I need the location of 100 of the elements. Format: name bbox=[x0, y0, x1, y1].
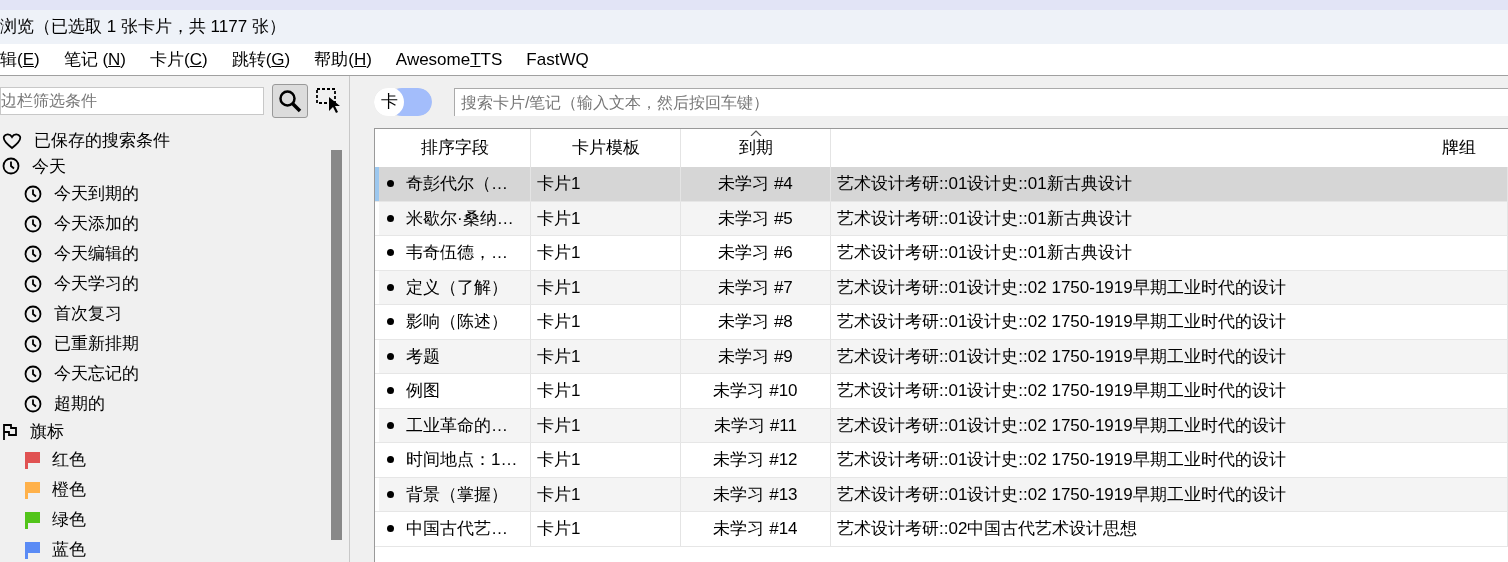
search-field[interactable]: 搜索卡片/笔记（输入文本，然后按回车键） bbox=[454, 88, 1508, 116]
table-cell-text: 卡片1 bbox=[537, 276, 581, 299]
menu-item[interactable]: 辑(E) bbox=[0, 46, 40, 73]
table-cell-text: 艺术设计考研::01设计史::01新古典设计 bbox=[837, 207, 1132, 230]
sidebar-item[interactable]: 今天添加的 bbox=[0, 209, 331, 239]
table-row[interactable]: 奇彭代尔（… 卡片1 未学习 #4 艺术设计考研::01设计史::01新古典设计 bbox=[375, 167, 1508, 202]
table-cell-text: 工业革命的… bbox=[406, 414, 508, 437]
table-row[interactable]: 背景（掌握） 卡片1 未学习 #13 艺术设计考研::01设计史::02 1750-1919早期工业时代的设计 bbox=[375, 477, 1508, 512]
bullet-icon bbox=[387, 214, 394, 222]
clock-icon bbox=[24, 365, 42, 383]
table-cell-text: 韦奇伍德，… bbox=[406, 242, 508, 264]
search-button[interactable] bbox=[272, 84, 308, 118]
sidebar-item[interactable]: 旗标 bbox=[0, 419, 331, 445]
table-row[interactable]: 米歇尔·桑纳… 卡片1 未学习 #5 艺术设计考研::01设计史::01新古典设计 bbox=[375, 201, 1508, 236]
sidebar-item[interactable]: 今天编辑的 bbox=[0, 239, 331, 269]
sidebar-item[interactable]: 蓝色 bbox=[0, 534, 331, 562]
bullet-icon bbox=[387, 490, 394, 498]
table-cell-text: 艺术设计考研::01设计史::01新古典设计 bbox=[837, 242, 1132, 264]
menu-item[interactable]: AwesomeTTS bbox=[395, 46, 503, 73]
table-cell-text: 艺术设计考研::01设计史::02 1750-1919早期工业时代的设计 bbox=[837, 414, 1286, 437]
clock-icon bbox=[2, 157, 20, 176]
sidebar-item[interactable]: 今天到期的 bbox=[0, 179, 331, 209]
clock-icon bbox=[24, 335, 42, 353]
sidebar-item[interactable]: 橙色 bbox=[0, 474, 331, 505]
sidebar-item[interactable]: 已保存的搜索条件 bbox=[0, 128, 331, 154]
table-row[interactable]: 中国古代艺… 卡片1 未学习 #14 艺术设计考研::02中国古代艺术设计思想 bbox=[375, 512, 1508, 547]
table-row[interactable]: 定义（了解） 卡片1 未学习 #7 艺术设计考研::01设计史::02 1750-1919早期工业时代的设计 bbox=[375, 270, 1508, 305]
table-row[interactable]: 考题 卡片1 未学习 #9 艺术设计考研::01设计史::02 1750-1919早期工业时代的设计 bbox=[375, 339, 1508, 374]
sidebar-item[interactable]: 绿色 bbox=[0, 504, 331, 535]
clock-icon bbox=[24, 395, 42, 413]
table-cell-text: 卡片1 bbox=[537, 173, 581, 195]
heart-icon bbox=[2, 131, 22, 150]
table-cell-text: 艺术设计考研::01设计史::02 1750-1919早期工业时代的设计 bbox=[837, 380, 1286, 402]
table-cell-text: 未学习 #13 bbox=[713, 483, 798, 506]
clock-icon bbox=[24, 245, 42, 263]
table-cell-text: 未学习 #9 bbox=[718, 345, 793, 368]
sidebar-item[interactable]: 今天忘记的 bbox=[0, 359, 331, 389]
sidebar-item[interactable]: 今天 bbox=[0, 153, 331, 179]
table-cell-text: 未学习 #11 bbox=[714, 414, 797, 437]
clock-icon bbox=[24, 275, 42, 293]
table-cell-text: 未学习 #7 bbox=[718, 276, 793, 299]
table-cell-text: 例图 bbox=[406, 380, 440, 402]
menu-item[interactable]: 卡片(C) bbox=[150, 46, 208, 73]
window-title: 浏览（已选取 1 张卡片，共 1177 张） bbox=[0, 16, 286, 39]
table-cell-text: 艺术设计考研::01设计史::02 1750-1919早期工业时代的设计 bbox=[837, 276, 1286, 299]
table-cell-text: 背景（掌握） bbox=[406, 483, 508, 506]
sort-caret-icon bbox=[749, 130, 762, 136]
column-header[interactable]: 牌组 bbox=[831, 129, 1508, 167]
table-cell-text: 艺术设计考研::02中国古代艺术设计思想 bbox=[837, 518, 1138, 540]
bullet-icon bbox=[387, 525, 394, 533]
clock-icon bbox=[24, 185, 42, 203]
clock-icon bbox=[24, 305, 42, 323]
scrollbar-thumb[interactable] bbox=[331, 150, 342, 540]
bullet-icon bbox=[387, 421, 394, 429]
table-cell-text: 卡片1 bbox=[537, 380, 581, 402]
toggle-switch[interactable]: 卡 bbox=[374, 88, 432, 116]
menu-item[interactable]: 跳转(G) bbox=[231, 46, 291, 73]
clock-icon bbox=[24, 215, 42, 233]
table-row[interactable]: 韦奇伍德，… 卡片1 未学习 #6 艺术设计考研::01设计史::01新古典设计 bbox=[375, 236, 1508, 271]
sidebar-item[interactable]: 超期的 bbox=[0, 389, 331, 419]
table-cell-text: 奇彭代尔（… bbox=[406, 173, 508, 195]
menu-item[interactable]: 笔记 (N) bbox=[63, 46, 127, 73]
table-cell-text: 时间地点：1… bbox=[406, 449, 518, 471]
table-cell-text: 考题 bbox=[406, 345, 440, 368]
table-cell-text: 艺术设计考研::01设计史::02 1750-1919早期工业时代的设计 bbox=[837, 483, 1286, 506]
table-row[interactable]: 时间地点：1… 卡片1 未学习 #12 艺术设计考研::01设计史::02 1750-1919早期工业时代的设计 bbox=[375, 443, 1508, 478]
flag-icon bbox=[2, 422, 18, 441]
bullet-icon bbox=[387, 180, 394, 188]
table-cell-text: 艺术设计考研::01设计史::01新古典设计 bbox=[837, 173, 1132, 195]
table-cell-text: 未学习 #14 bbox=[713, 518, 798, 540]
table-cell-text: 卡片1 bbox=[537, 518, 581, 540]
table-cell-text: 卡片1 bbox=[537, 414, 581, 437]
sidebar-item[interactable]: 已重新排期 bbox=[0, 329, 331, 359]
select-icon[interactable] bbox=[316, 88, 342, 114]
table-cell-text: 卡片1 bbox=[537, 449, 581, 471]
table-cell-text: 未学习 #10 bbox=[713, 380, 798, 402]
table-cell-text: 卡片1 bbox=[537, 345, 581, 368]
table-cell-text: 卡片1 bbox=[537, 207, 581, 230]
menu-item[interactable]: FastWQ bbox=[526, 46, 589, 73]
sidebar-item[interactable]: 首次复习 bbox=[0, 299, 331, 329]
table-cell-text: 艺术设计考研::01设计史::02 1750-1919早期工业时代的设计 bbox=[837, 311, 1286, 333]
table-cell-text: 米歇尔·桑纳… bbox=[406, 207, 514, 230]
bullet-icon bbox=[387, 387, 394, 395]
table-cell-text: 卡片1 bbox=[537, 483, 581, 506]
bullet-icon bbox=[387, 352, 394, 360]
table-cell-text: 未学习 #6 bbox=[718, 242, 793, 264]
table-row[interactable]: 例图 卡片1 未学习 #10 艺术设计考研::01设计史::02 1750-1919早期工业时代的设计 bbox=[375, 374, 1508, 409]
table-row[interactable]: 工业革命的… 卡片1 未学习 #11 艺术设计考研::01设计史::02 1750-1919早期工业时代的设计 bbox=[375, 408, 1508, 443]
table-cell-text: 卡片1 bbox=[537, 311, 581, 333]
table-cell-text: 艺术设计考研::01设计史::02 1750-1919早期工业时代的设计 bbox=[837, 345, 1286, 368]
table-cell-text: 艺术设计考研::01设计史::02 1750-1919早期工业时代的设计 bbox=[837, 449, 1286, 471]
bullet-icon bbox=[387, 318, 394, 326]
menu-item[interactable]: 帮助(H) bbox=[314, 46, 372, 73]
sidebar-filter-field[interactable]: 边栏筛选条件 bbox=[0, 87, 264, 115]
table-row[interactable]: 影响（陈述） 卡片1 未学习 #8 艺术设计考研::01设计史::02 1750-1919早期工业时代的设计 bbox=[375, 305, 1508, 340]
sidebar-item[interactable]: 今天学习的 bbox=[0, 269, 331, 299]
sidebar-item[interactable]: 红色 bbox=[0, 444, 331, 475]
table-cell-text: 定义（了解） bbox=[406, 276, 508, 299]
table-cell-text: 未学习 #8 bbox=[718, 311, 793, 333]
bullet-icon bbox=[387, 249, 394, 257]
